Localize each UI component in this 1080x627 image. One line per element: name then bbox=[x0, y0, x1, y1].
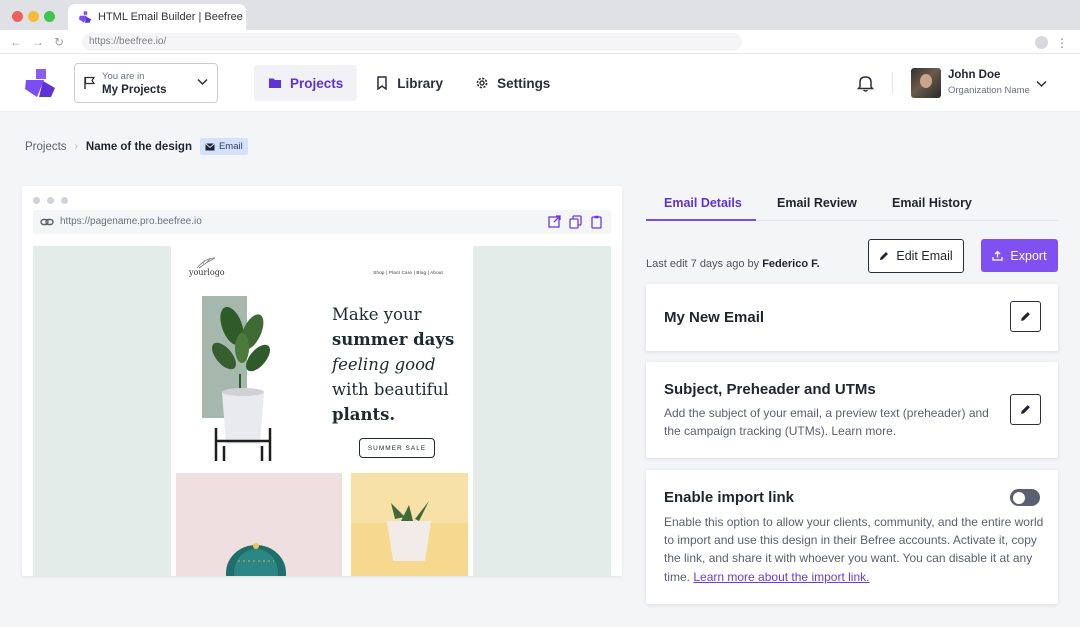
minimize-window-button[interactable] bbox=[28, 11, 39, 22]
nav-settings[interactable]: Settings bbox=[461, 65, 564, 101]
preview-url-bar: https://pagename.pro.beefree.io bbox=[33, 210, 611, 234]
link-icon bbox=[40, 218, 54, 226]
details-tabs: Email Details Email Review Email History bbox=[646, 186, 1058, 221]
subject-title: Subject, Preheader and UTMs bbox=[664, 381, 876, 398]
email-menu: Shop | Plant Care | Blog | About bbox=[373, 270, 443, 275]
active-tab-indicator bbox=[646, 219, 756, 221]
last-edit-info: Last edit 7 days ago by Federico F. bbox=[646, 258, 820, 270]
preview-window-dots bbox=[33, 197, 68, 204]
nav-library[interactable]: Library bbox=[361, 65, 457, 101]
nav-library-label: Library bbox=[397, 75, 444, 91]
clipboard-icon[interactable] bbox=[590, 215, 603, 229]
summer-sale-button[interactable]: SUMMER SALE bbox=[359, 438, 435, 458]
email-name-card: My New Email bbox=[646, 284, 1058, 351]
browser-profile-icon[interactable] bbox=[1035, 36, 1048, 49]
gear-icon bbox=[476, 77, 488, 89]
tab-email-review[interactable]: Email Review bbox=[777, 196, 857, 210]
headline-line: plants. bbox=[332, 405, 396, 424]
back-arrow-icon[interactable]: ← bbox=[10, 35, 22, 49]
project-selector-label: You are in bbox=[102, 71, 145, 82]
edit-subject-button[interactable] bbox=[1010, 394, 1041, 425]
project-selector[interactable]: You are in My Projects bbox=[74, 63, 218, 103]
app-header: You are in My Projects Projects Library … bbox=[0, 54, 1080, 112]
envelope-icon bbox=[205, 142, 215, 150]
breadcrumb-current: Name of the design bbox=[85, 140, 192, 153]
breadcrumb: Projects › Name of the design Email bbox=[25, 138, 248, 155]
breadcrumb-projects[interactable]: Projects bbox=[25, 141, 67, 153]
export-button[interactable]: Export bbox=[981, 239, 1058, 272]
browser-tab[interactable]: HTML Email Builder | Beefree bbox=[68, 4, 246, 30]
last-edit-user: Federico F. bbox=[762, 258, 820, 270]
upload-icon bbox=[992, 250, 1004, 261]
close-window-button[interactable] bbox=[12, 11, 23, 22]
headline-line: summer days bbox=[332, 330, 455, 349]
bookmark-icon bbox=[377, 76, 388, 90]
import-link-title: Enable import link bbox=[664, 489, 795, 506]
main-nav: Projects Library Settings bbox=[254, 65, 564, 101]
email-name-title: My New Email bbox=[664, 309, 765, 326]
pencil-icon bbox=[880, 252, 889, 260]
user-organization: Organization Name bbox=[948, 85, 1030, 96]
edit-email-button[interactable]: Edit Email bbox=[868, 239, 964, 273]
user-name[interactable]: John Doe bbox=[948, 69, 1000, 81]
browser-tab-title: HTML Email Builder | Beefree bbox=[98, 11, 243, 23]
learn-more-link[interactable]: Learn more about the import link. bbox=[693, 570, 869, 584]
nav-projects-label: Projects bbox=[290, 75, 344, 91]
chevron-down-icon bbox=[197, 78, 208, 86]
copy-icon[interactable] bbox=[569, 215, 582, 229]
browser-menu-icon[interactable]: ⋮ bbox=[1056, 37, 1068, 49]
breadcrumb-separator-icon: › bbox=[74, 141, 78, 152]
email-logo: yourlogo bbox=[189, 257, 225, 277]
subject-description: Add the subject of your email, a preview… bbox=[664, 406, 989, 439]
import-link-description: Enable this option to allow your clients… bbox=[664, 513, 1044, 586]
forward-arrow-icon[interactable]: → bbox=[32, 35, 44, 49]
chevron-down-icon[interactable] bbox=[1036, 80, 1047, 88]
import-link-card: Enable import link Enable this option to… bbox=[646, 470, 1058, 604]
bell-icon[interactable] bbox=[857, 74, 874, 92]
import-link-toggle[interactable] bbox=[1010, 489, 1040, 506]
headline-line: with beautiful bbox=[332, 380, 449, 399]
subject-card: Subject, Preheader and UTMs Add the subj… bbox=[646, 362, 1058, 458]
headline-line: Make your bbox=[332, 305, 422, 324]
pencil-icon bbox=[1021, 405, 1030, 414]
tab-email-history[interactable]: Email History bbox=[892, 196, 972, 210]
folder-icon bbox=[269, 78, 281, 88]
status-badge-label: Email bbox=[218, 141, 243, 152]
last-edit-text: Last edit 7 days ago by bbox=[646, 258, 760, 270]
browser-address-bar: ← → ↻ https://beefree.io/ ⋮ bbox=[0, 30, 1080, 54]
header-divider bbox=[892, 72, 893, 94]
cactus-image bbox=[176, 473, 342, 576]
beefree-logo-icon[interactable] bbox=[24, 68, 56, 98]
leaf-logo-icon bbox=[196, 257, 216, 269]
browser-url-input[interactable]: https://beefree.io/ bbox=[82, 33, 742, 51]
project-selector-value: My Projects bbox=[102, 84, 167, 96]
headline-line: feeling good bbox=[332, 355, 436, 374]
export-label: Export bbox=[1010, 248, 1047, 263]
nav-projects[interactable]: Projects bbox=[254, 65, 358, 101]
email-preview-card: https://pagename.pro.beefree.io yourlogo… bbox=[22, 186, 622, 576]
beefree-logo-icon bbox=[78, 11, 92, 23]
pencil-icon bbox=[1021, 312, 1030, 321]
succulent-image bbox=[351, 473, 468, 576]
status-badge: Email bbox=[199, 138, 248, 155]
edit-email-label: Edit Email bbox=[896, 249, 953, 263]
preview-url[interactable]: https://pagename.pro.beefree.io bbox=[60, 216, 202, 227]
tab-email-details[interactable]: Email Details bbox=[664, 196, 742, 210]
reload-icon[interactable]: ↻ bbox=[54, 35, 64, 49]
email-template[interactable]: yourlogo Shop | Plant Care | Blog | Abou… bbox=[171, 246, 473, 576]
email-headline: Make your summer days feeling good with … bbox=[332, 302, 454, 427]
plant-illustration bbox=[202, 296, 272, 461]
flag-icon bbox=[84, 76, 96, 89]
nav-settings-label: Settings bbox=[497, 75, 551, 91]
external-link-icon[interactable] bbox=[548, 215, 561, 229]
edit-name-button[interactable] bbox=[1010, 301, 1041, 332]
avatar[interactable] bbox=[911, 68, 941, 98]
email-canvas: yourlogo Shop | Plant Care | Blog | Abou… bbox=[33, 246, 611, 576]
browser-tab-strip: HTML Email Builder | Beefree bbox=[0, 0, 1080, 30]
maximize-window-button[interactable] bbox=[44, 11, 55, 22]
